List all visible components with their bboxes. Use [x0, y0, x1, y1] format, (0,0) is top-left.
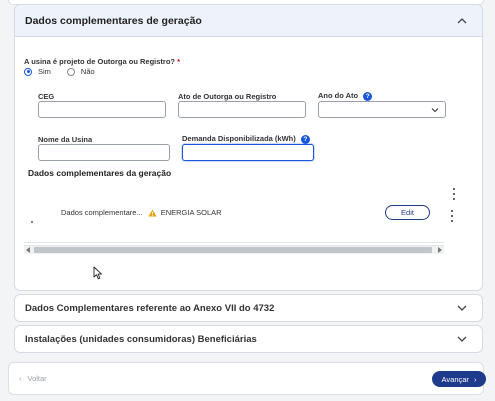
page: Dados complementares de geração A usina …: [0, 0, 495, 401]
ato-input[interactable]: [178, 101, 306, 118]
demanda-input[interactable]: [182, 144, 314, 161]
back-label: Voltar: [27, 374, 47, 383]
nome-label: Nome da Usina: [38, 135, 93, 144]
info-icon[interactable]: ?: [363, 91, 373, 101]
required-mark: *: [177, 57, 180, 66]
chevron-right-icon: ›: [473, 374, 477, 384]
ano-label-text: Ano do Ato: [318, 91, 359, 100]
footer-bar: ‹ Voltar Avançar ›: [8, 362, 486, 395]
back-button[interactable]: ‹ Voltar: [19, 374, 47, 383]
scrollbar-thumb[interactable]: [34, 247, 432, 253]
chevron-down-icon: [431, 108, 439, 113]
row-content: Dados complementare... ENERGIA SOLAR: [61, 208, 222, 217]
ato-label: Ato de Outorga ou Registro: [178, 92, 277, 101]
mouse-cursor-icon: [93, 266, 102, 280]
chevron-up-icon[interactable]: [454, 13, 470, 29]
ceg-input[interactable]: [38, 101, 166, 118]
panel-header[interactable]: Dados complementares de geração: [15, 5, 482, 37]
nome-input[interactable]: [38, 144, 170, 161]
kebab-menu-icon[interactable]: [450, 188, 458, 200]
radio-group: Sim Não: [24, 67, 111, 76]
demanda-label-text: Demanda Disponibilizada (kWh): [182, 134, 296, 143]
info-icon[interactable]: ?: [300, 134, 310, 144]
ceg-label: CEG: [38, 92, 55, 101]
next-label: Avançar: [441, 374, 469, 384]
scroll-left-icon[interactable]: [26, 247, 30, 253]
subsection-title: Dados complementares da geração: [28, 168, 172, 178]
chevron-down-icon[interactable]: [454, 331, 470, 347]
demanda-label: Demanda Disponibilizada (kWh) ?: [182, 134, 310, 144]
warning-icon: [148, 208, 157, 217]
next-button[interactable]: Avançar ›: [432, 371, 486, 387]
edit-button[interactable]: Edit: [385, 205, 430, 220]
accordion-title: Instalações (unidades consumidoras) Bene…: [25, 333, 257, 345]
accordion-anexo-vii[interactable]: Dados Complementares referente ao Anexo …: [14, 294, 483, 322]
row-name: Dados complementare...: [61, 208, 143, 217]
row-bullet: [31, 221, 33, 223]
radio-option-nao[interactable]: Não: [66, 67, 95, 76]
question-label: A usina é projeto de Outorga ou Registro…: [24, 57, 180, 66]
radio-nao-label: Não: [80, 67, 95, 76]
row-kebab-menu-icon[interactable]: [448, 210, 456, 222]
ano-select[interactable]: [318, 101, 446, 118]
accordion-instalacoes[interactable]: Instalações (unidades consumidoras) Bene…: [14, 325, 483, 353]
question-text: A usina é projeto de Outorga ou Registro…: [24, 57, 175, 66]
chevron-left-icon: ‹: [19, 374, 22, 383]
row-status: ENERGIA SOLAR: [160, 208, 222, 217]
chevron-down-icon[interactable]: [454, 300, 470, 316]
panel-title: Dados complementares de geração: [25, 14, 202, 27]
scroll-right-icon[interactable]: [438, 247, 442, 253]
radio-nao[interactable]: [66, 67, 75, 76]
radio-sim-label: Sim: [38, 67, 51, 76]
radio-sim[interactable]: [24, 67, 32, 76]
accordion-title: Dados Complementares referente ao Anexo …: [25, 302, 275, 314]
table-row: [24, 200, 444, 243]
radio-option-sim[interactable]: Sim: [24, 67, 51, 76]
ano-label: Ano do Ato ?: [318, 91, 373, 101]
horizontal-scrollbar[interactable]: [24, 245, 444, 254]
